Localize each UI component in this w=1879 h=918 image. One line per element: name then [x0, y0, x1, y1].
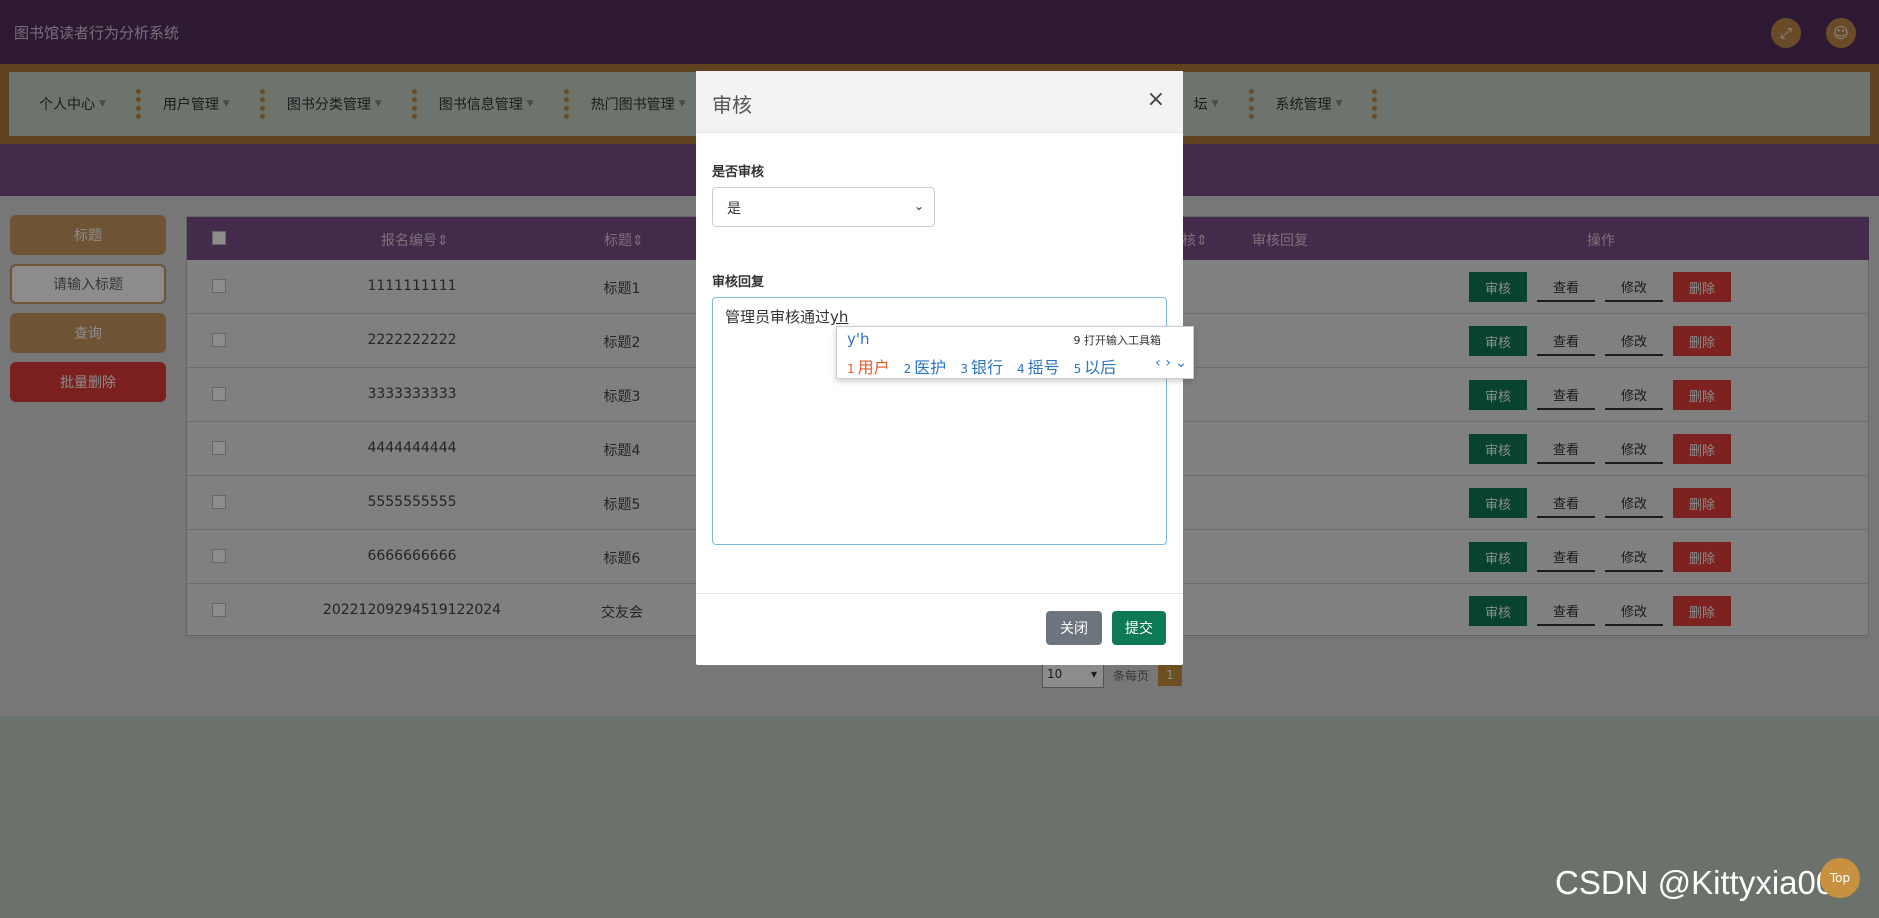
candidate-number: 1: [847, 362, 855, 376]
back-to-top-button[interactable]: Top: [1820, 858, 1860, 898]
reply-text: 管理员审核通过: [725, 308, 831, 326]
ime-candidate[interactable]: 2 医护: [904, 354, 947, 378]
composing-text: yh: [830, 308, 849, 326]
candidate-number: 2: [903, 362, 912, 376]
ime-candidates: 1 用户 2 医护 3 银行 4 摇号 5 以后: [847, 354, 1130, 378]
candidate-text: 银行: [970, 358, 1003, 377]
submit-button[interactable]: 提交: [1112, 611, 1166, 645]
candidate-text: 用户: [857, 358, 890, 377]
ime-candidate[interactable]: 5 以后: [1074, 354, 1117, 378]
candidate-number: 5: [1073, 362, 1082, 376]
candidate-text: 摇号: [1027, 358, 1060, 377]
modal-header: 审核 ×: [696, 71, 1183, 133]
audit-status-select[interactable]: 是 ⌄: [712, 187, 935, 227]
ime-candidate[interactable]: 4 摇号: [1017, 354, 1060, 378]
ime-candidate[interactable]: 3 银行: [960, 354, 1003, 378]
chevron-down-icon: ⌄: [913, 199, 924, 213]
close-icon[interactable]: ×: [1147, 87, 1165, 112]
candidate-text: 医护: [914, 358, 947, 377]
modal-footer-divider: [696, 593, 1183, 594]
audit-reply-label: 审核回复: [712, 275, 765, 290]
ime-page-arrows-icon[interactable]: ‹ › ⌄: [1155, 355, 1187, 371]
candidate-text: 以后: [1084, 358, 1117, 377]
select-value: 是: [727, 201, 741, 217]
ime-candidate[interactable]: 1 用户: [847, 354, 890, 378]
ime-candidate-window: y'h 9 打开输入工具箱 1 用户 2 医护 3 银行 4 摇号 5 以后 ‹ › ⌄: [836, 326, 1194, 379]
ime-composition: y'h: [847, 330, 870, 348]
ime-toolbox-link[interactable]: 9 打开输入工具箱: [1074, 332, 1162, 348]
candidate-number: 4: [1016, 362, 1025, 376]
close-button[interactable]: 关闭: [1046, 611, 1102, 645]
candidate-number: 3: [960, 362, 968, 376]
modal-title: 审核: [712, 93, 752, 117]
watermark: CSDN @Kittyxia001: [1555, 864, 1853, 901]
audit-status-label: 是否审核: [712, 165, 765, 180]
